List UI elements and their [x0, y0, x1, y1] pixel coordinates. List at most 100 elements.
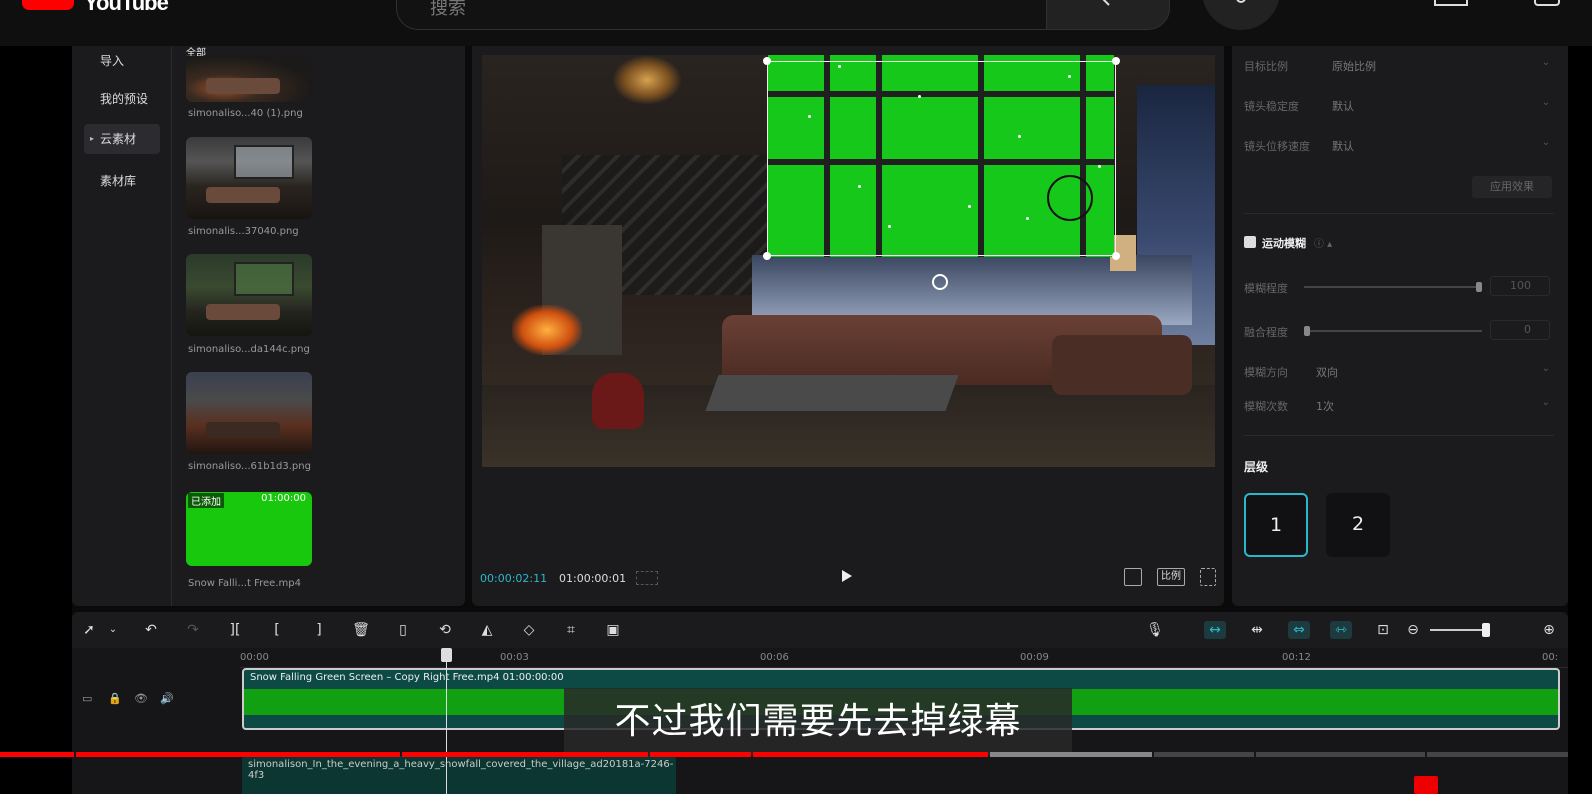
track-cover-icon[interactable]: ▭ — [82, 692, 92, 705]
video-subtitle: 不过我们需要先去掉绿幕 — [564, 688, 1072, 756]
redo-icon[interactable]: ↷ — [184, 621, 202, 639]
crop-icon[interactable]: ⌗ — [562, 621, 580, 639]
progress-chapter[interactable] — [1154, 752, 1255, 757]
undo-icon[interactable]: ↶ — [142, 621, 160, 639]
blend-degree-label: 融合程度 — [1244, 326, 1288, 339]
create-video-icon[interactable] — [1434, 0, 1468, 6]
voice-search-button[interactable] — [1202, 0, 1280, 30]
blur-direction-row[interactable]: 模糊方向 双向 ⌄ — [1244, 362, 1554, 382]
split-icon[interactable]: ][ — [226, 621, 244, 639]
youtube-player-icon[interactable] — [1414, 776, 1438, 794]
youtube-header: YouTube 搜索 — [0, 0, 1592, 46]
stability-row[interactable]: 镜头稳定度 默认 ⌄ — [1244, 96, 1554, 116]
preview-canvas[interactable] — [482, 55, 1215, 467]
zoom-slider-knob[interactable] — [1482, 623, 1490, 637]
time-ruler[interactable]: 00:00 00:03 00:06 00:09 00:12 00: — [240, 648, 1568, 668]
notifications-icon[interactable] — [1534, 0, 1560, 6]
progress-chapter[interactable] — [1256, 752, 1426, 757]
resize-handle[interactable] — [1112, 57, 1120, 65]
clip-title: simonalison_In_the_evening_a_heavy_snowf… — [248, 759, 674, 781]
progress-chapter[interactable] — [1427, 752, 1568, 757]
nav-asset-library[interactable]: 素材库 — [84, 166, 160, 196]
zoom-in-icon[interactable]: ⊕ — [1540, 621, 1558, 639]
blur-degree-slider[interactable] — [1304, 286, 1482, 288]
move-speed-label: 镜头位移速度 — [1244, 140, 1310, 153]
apply-effect-button[interactable]: 应用效果 — [1472, 176, 1552, 198]
snap-icon[interactable]: ⇹ — [1248, 621, 1266, 639]
rotate-icon[interactable]: ◇ — [520, 621, 538, 639]
target-ratio-row[interactable]: 目标比例 原始比例 ⌄ — [1244, 56, 1554, 76]
youtube-search-input[interactable] — [396, 0, 1046, 30]
help-icon[interactable]: ⓘ ▴ — [1314, 235, 1332, 250]
chandelier-shape — [612, 55, 682, 105]
blend-degree-slider[interactable] — [1304, 330, 1482, 332]
chevron-down-icon: ⌄ — [1541, 363, 1550, 374]
ruler-label: 00:12 — [1282, 652, 1311, 663]
blend-degree-input[interactable]: 0 — [1490, 320, 1550, 340]
blend-degree-knob[interactable] — [1304, 326, 1310, 336]
mirror-icon[interactable]: ◭ — [478, 621, 496, 639]
layer-option-2[interactable]: 2 — [1326, 493, 1390, 557]
ratio-button[interactable]: 比例 — [1157, 568, 1185, 586]
eye-icon[interactable]: 👁 — [134, 692, 148, 705]
auto-caption-icon[interactable]: ▣ — [604, 621, 622, 639]
playhead[interactable] — [446, 648, 447, 794]
youtube-logo-text[interactable]: YouTube — [84, 0, 169, 16]
delete-icon[interactable]: 🗑 — [352, 621, 370, 639]
zoom-out-icon[interactable]: ⊖ — [1404, 621, 1422, 639]
selection-box[interactable] — [767, 61, 1116, 256]
blur-degree-knob[interactable] — [1476, 282, 1482, 292]
rotate-icon[interactable] — [932, 274, 948, 290]
resize-handle[interactable] — [1112, 252, 1120, 260]
media-thumb[interactable] — [186, 372, 312, 454]
split-left-icon[interactable]: [ — [268, 621, 286, 639]
layer-title: 层级 — [1244, 460, 1269, 474]
split-right-icon[interactable]: ] — [310, 621, 328, 639]
resize-handle[interactable] — [763, 252, 771, 260]
progress-played — [75, 752, 400, 757]
media-thumb[interactable] — [186, 56, 312, 102]
fullscreen-icon[interactable] — [1200, 568, 1216, 586]
media-thumb[interactable] — [186, 254, 312, 336]
media-thumb[interactable] — [186, 137, 312, 219]
fit-view-icon[interactable] — [1124, 568, 1142, 586]
select-pointer-icon[interactable]: ➚ — [80, 621, 98, 639]
armchair-shape — [592, 373, 644, 429]
lock-icon[interactable]: 🔒 — [108, 692, 122, 705]
ruler-label: 00:03 — [500, 652, 529, 663]
layer-option-1[interactable]: 1 — [1244, 493, 1308, 557]
media-thumb-green-screen[interactable]: 已添加 01:00:00 — [186, 492, 312, 566]
motion-blur-checkbox[interactable] — [1244, 236, 1256, 248]
link-main-track-icon[interactable]: ↔ — [1204, 621, 1226, 639]
youtube-progress-bar[interactable] — [0, 750, 1568, 758]
nav-my-presets[interactable]: 我的预设 — [84, 84, 160, 114]
youtube-search-button[interactable] — [1046, 0, 1170, 30]
blur-degree-input[interactable]: 100 — [1490, 276, 1550, 296]
chaise-shape — [1052, 335, 1192, 395]
preview-panel: 00:00:02:11 01:00:00:01 比例 — [472, 46, 1224, 606]
blur-direction-label: 模糊方向 — [1244, 366, 1288, 379]
play-icon[interactable] — [842, 570, 852, 582]
timeline-preview-icon[interactable]: ⊡ — [1374, 621, 1392, 639]
background-image-clip[interactable]: simonalison_In_the_evening_a_heavy_snowf… — [242, 756, 676, 794]
ruler-label: 00:00 — [240, 652, 269, 663]
media-name: simonaliso...61b1d3.png — [188, 461, 311, 472]
reverse-icon[interactable]: ⟲ — [436, 621, 454, 639]
nav-cloud-assets[interactable]: ▸ 云素材 — [84, 124, 160, 154]
playhead-handle[interactable] — [441, 648, 452, 662]
grid-icon[interactable] — [636, 571, 658, 585]
youtube-logo-icon[interactable] — [22, 0, 74, 10]
move-speed-row[interactable]: 镜头位移速度 默认 ⌄ — [1244, 136, 1554, 156]
linkage-icon[interactable]: ⇔ — [1288, 621, 1310, 639]
nav-asset-library-label: 素材库 — [100, 174, 137, 188]
chevron-down-icon[interactable]: ⌄ — [104, 621, 122, 639]
ruler-label: 00: — [1542, 652, 1559, 663]
volume-icon[interactable]: 🔊 — [160, 692, 174, 705]
preview-axis-icon[interactable]: ⇿ — [1330, 621, 1352, 639]
nav-import[interactable]: 导入 — [84, 46, 160, 76]
blur-times-row[interactable]: 模糊次数 1次 ⌄ — [1244, 396, 1554, 416]
microphone-icon[interactable]: 🎙 — [1146, 621, 1164, 639]
zoom-slider[interactable] — [1430, 629, 1490, 631]
freeze-frame-icon[interactable]: ▯ — [394, 621, 412, 639]
resize-handle[interactable] — [763, 57, 771, 65]
